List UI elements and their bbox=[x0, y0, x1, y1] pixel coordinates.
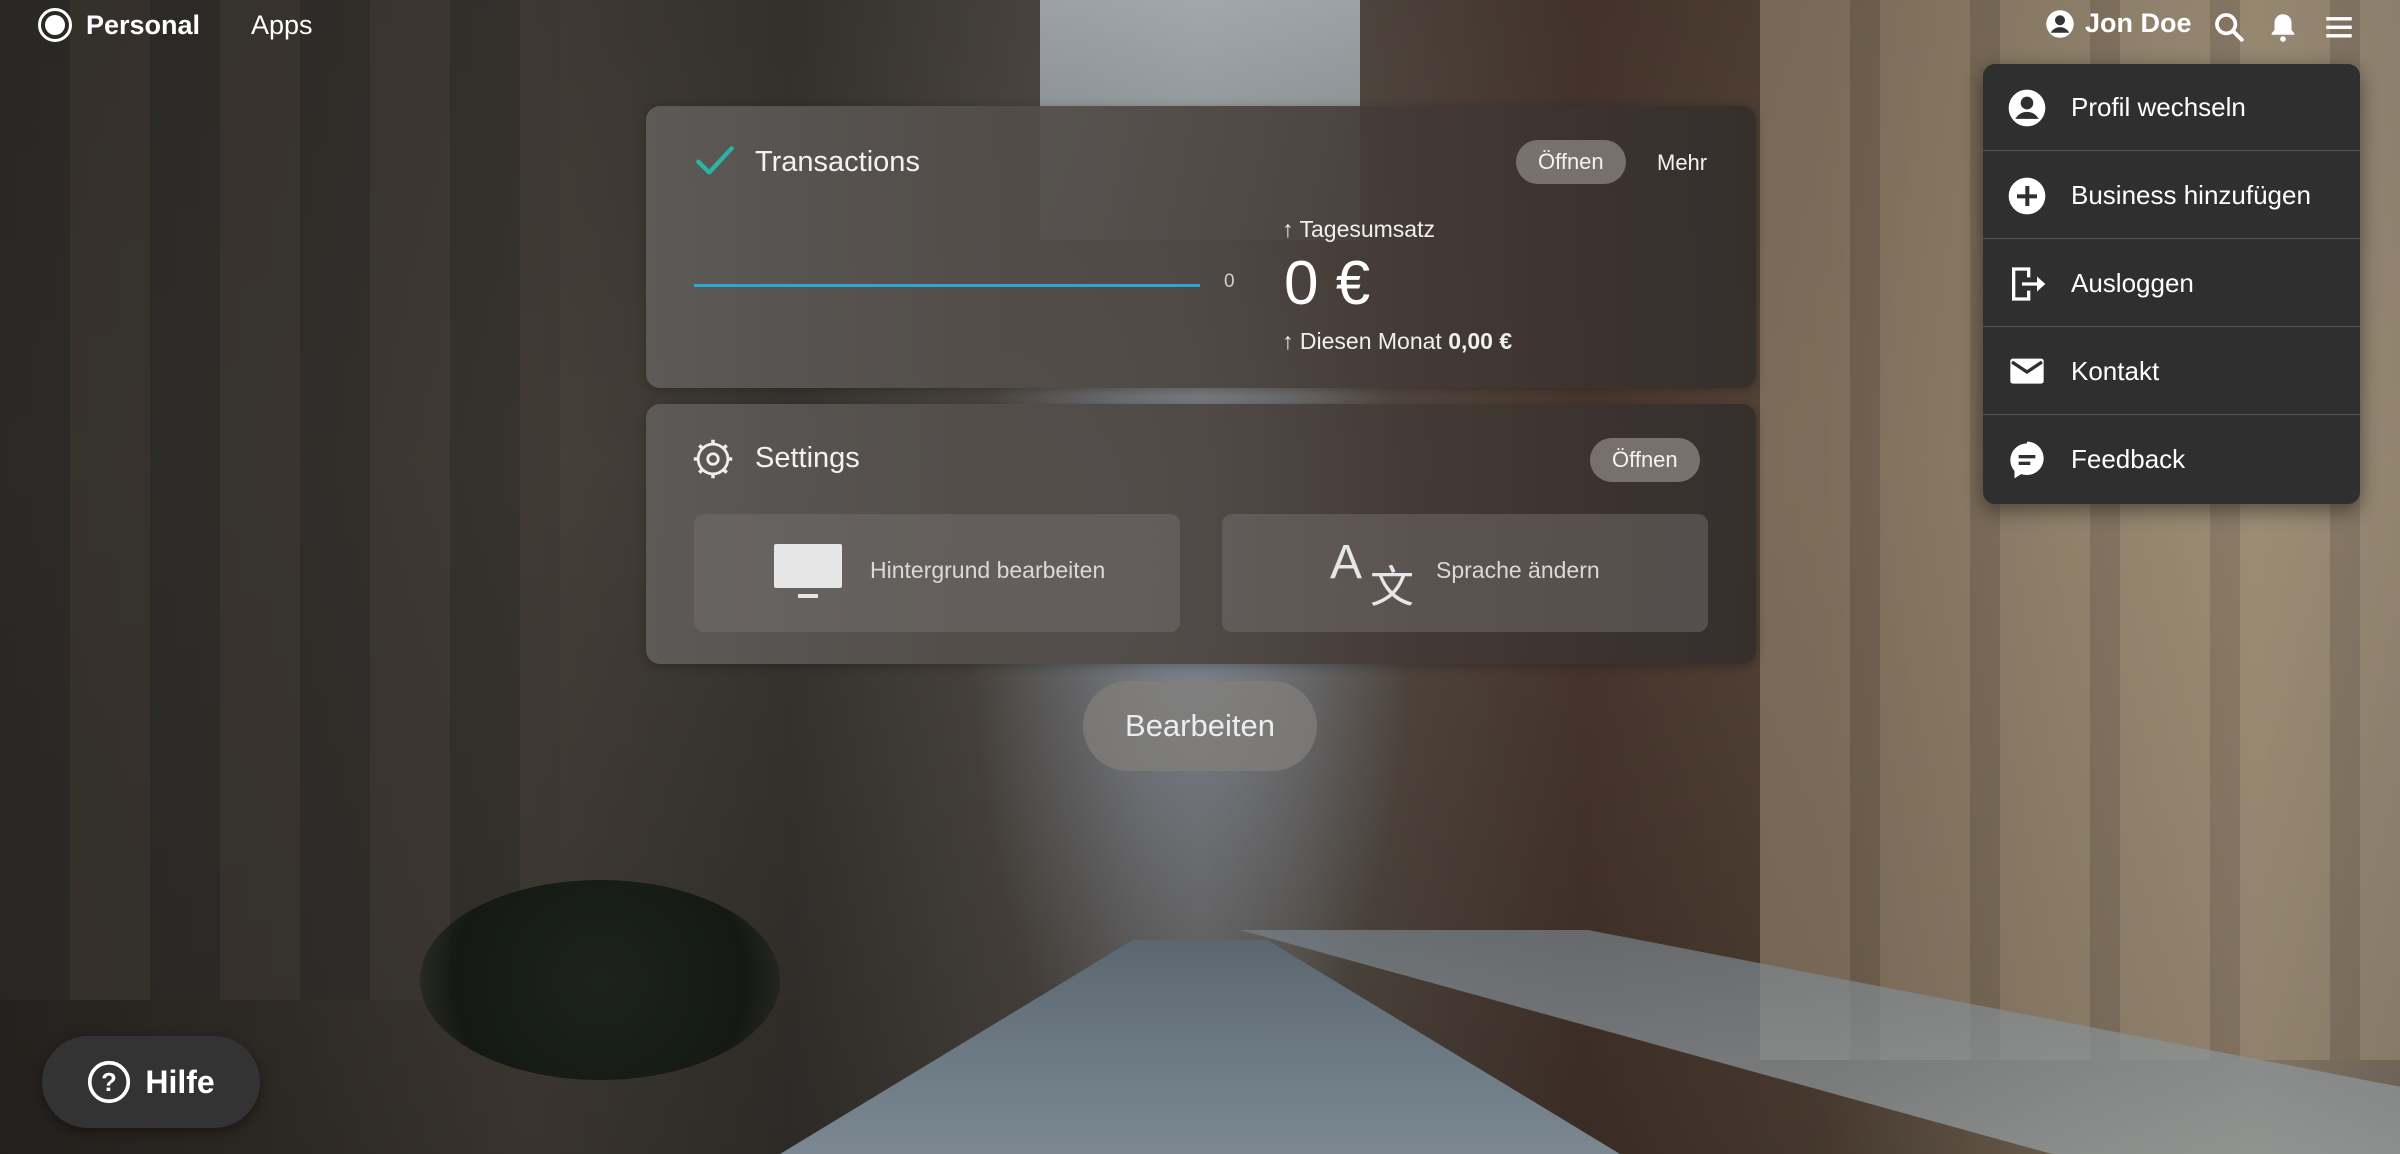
background-buildings-left bbox=[0, 0, 560, 1000]
menu-divider bbox=[1983, 238, 2360, 239]
menu-item-label: Ausloggen bbox=[2071, 268, 2194, 298]
gear-icon bbox=[693, 439, 733, 479]
help-icon: ? bbox=[88, 1060, 131, 1104]
feedback-icon bbox=[2010, 441, 2044, 479]
bell-icon[interactable] bbox=[2266, 10, 2300, 44]
menu-item-label: Profil wechseln bbox=[2071, 92, 2246, 122]
monthly-revenue-value: 0,00 € bbox=[1448, 328, 1513, 354]
menu-divider bbox=[1983, 326, 2360, 327]
menu-item-switch-profile[interactable]: Profil wechseln bbox=[1983, 64, 2360, 150]
change-language-label: Sprache ändern bbox=[1436, 557, 1600, 583]
account-icon bbox=[2046, 9, 2074, 38]
daily-revenue-label: ↑ Tagesumsatz bbox=[1282, 216, 1435, 243]
apps-link[interactable]: Apps bbox=[251, 10, 313, 41]
menu-item-logout[interactable]: Ausloggen bbox=[1983, 240, 2360, 326]
hamburger-menu-icon[interactable] bbox=[2322, 10, 2356, 44]
sparkline bbox=[694, 284, 1200, 287]
menu-item-label: Feedback bbox=[2071, 444, 2186, 474]
daily-revenue-value: 0 € bbox=[1284, 249, 1371, 318]
help-label: Hilfe bbox=[145, 1063, 215, 1100]
menu-item-label: Kontakt bbox=[2071, 356, 2160, 386]
svg-text:文: 文 bbox=[1370, 562, 1414, 606]
sparkline-value: 0 bbox=[1224, 271, 1235, 292]
search-icon[interactable] bbox=[2212, 10, 2246, 44]
background-sidewalk bbox=[1240, 930, 2400, 1154]
settings-title: Settings bbox=[755, 442, 860, 474]
transactions-card: Transactions Öffnen Mehr 0 ↑ Tagesumsatz… bbox=[646, 106, 1756, 388]
edit-background-tile[interactable]: Hintergrund bearbeiten bbox=[694, 514, 1180, 632]
edit-dashboard-button[interactable]: Bearbeiten bbox=[1083, 681, 1317, 771]
monitor-icon bbox=[774, 544, 842, 598]
arrow-up-icon: ↑ bbox=[1282, 328, 1300, 354]
menu-item-label: Business hinzufügen bbox=[2071, 180, 2311, 210]
brand-name: Personal bbox=[86, 9, 201, 40]
user-name: Jon Doe bbox=[2085, 8, 2192, 38]
settings-open-button[interactable]: Öffnen bbox=[1590, 438, 1700, 482]
transactions-more-button[interactable]: Mehr bbox=[1657, 150, 1707, 176]
transactions-title: Transactions bbox=[755, 146, 920, 178]
settings-card: Settings Öffnen Hintergrund bearbeiten A… bbox=[646, 404, 1756, 664]
logout-icon bbox=[2012, 267, 2046, 301]
account-switch-icon bbox=[2008, 89, 2046, 127]
top-bar: Personal Apps Jon Doe bbox=[0, 0, 2400, 54]
menu-item-contact[interactable]: Kontakt bbox=[1983, 328, 2360, 414]
translate-icon: A 文 bbox=[1330, 536, 1414, 606]
change-language-tile[interactable]: A 文 Sprache ändern bbox=[1222, 514, 1708, 632]
daily-revenue-text: Tagesumsatz bbox=[1299, 216, 1435, 242]
edit-background-label: Hintergrund bearbeiten bbox=[870, 557, 1106, 583]
brand-link[interactable]: Personal bbox=[38, 8, 200, 42]
svg-text:?: ? bbox=[101, 1069, 117, 1097]
user-dropdown-menu: Profil wechseln Business hinzufügen Ausl… bbox=[1983, 64, 2360, 504]
background-tree bbox=[420, 880, 780, 1080]
menu-divider bbox=[1983, 150, 2360, 151]
background-street bbox=[780, 940, 1620, 1154]
menu-item-add-business[interactable]: Business hinzufügen bbox=[1983, 152, 2360, 238]
monthly-revenue-label: Diesen Monat bbox=[1299, 328, 1442, 354]
monthly-revenue: ↑ Diesen Monat 0,00 € bbox=[1282, 328, 1512, 355]
brand-logo-icon bbox=[38, 8, 72, 42]
menu-item-feedback[interactable]: Feedback bbox=[1983, 416, 2360, 502]
add-circle-icon bbox=[2008, 177, 2046, 215]
svg-text:A: A bbox=[1330, 536, 1362, 589]
user-menu[interactable]: Jon Doe bbox=[2045, 8, 2192, 39]
mail-icon bbox=[2010, 358, 2044, 384]
menu-divider bbox=[1983, 414, 2360, 415]
help-button[interactable]: ? Hilfe bbox=[42, 1036, 260, 1128]
transactions-open-button[interactable]: Öffnen bbox=[1516, 140, 1626, 184]
checkmark-icon bbox=[696, 146, 734, 175]
arrow-up-icon: ↑ bbox=[1282, 216, 1300, 242]
